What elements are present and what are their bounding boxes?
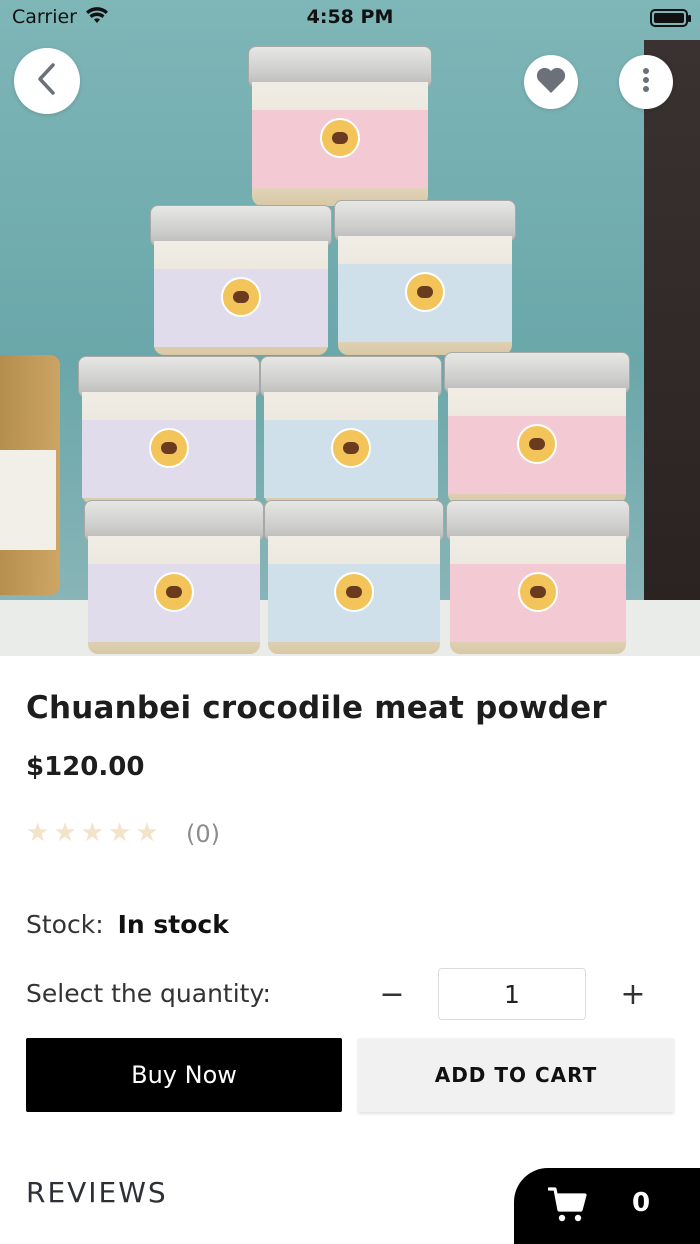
jar-image [260,356,442,504]
star-icon: ★ [80,818,104,848]
jar-image [248,46,432,206]
quantity-label: Select the quantity: [26,979,271,1008]
product-price: $120.00 [26,752,145,782]
battery-icon [650,9,691,27]
product-image [0,0,700,656]
jar-image [444,352,630,504]
more-vertical-icon [642,67,650,97]
star-icon: ★ [135,818,159,848]
star-icon: ★ [107,818,132,848]
heart-icon [535,66,567,98]
quantity-field[interactable]: 1 [438,968,586,1020]
add-to-cart-button[interactable]: ADD TO CART [358,1038,674,1112]
product-title: Chuanbei crocodile meat powder [26,690,607,726]
jar-image [264,500,444,654]
jar-image [334,200,516,355]
stock-value: In stock [117,910,229,939]
back-button[interactable] [14,48,80,114]
cart-button[interactable]: 0 [514,1168,700,1244]
quantity-increase-button[interactable]: + [613,972,653,1016]
stock-row: Stock: In stock [26,910,229,939]
status-bar: Carrier 4:58 PM [0,0,700,36]
reviews-heading: REVIEWS [26,1176,168,1209]
quantity-decrease-button[interactable]: − [372,972,412,1016]
background-wall [644,40,700,600]
stock-label: Stock: [26,910,104,939]
favorite-button[interactable] [524,55,578,109]
cart-count: 0 [632,1188,651,1218]
rating-stars: ★ ★ ★ ★ ★ [26,820,159,846]
star-icon: ★ [26,818,50,848]
shopping-cart-icon [547,1186,588,1228]
jar-image [84,500,264,654]
jar-image [78,356,260,504]
jar-image [446,500,630,654]
jar-image [150,205,332,355]
more-options-button[interactable] [619,55,673,109]
buy-now-button[interactable]: Buy Now [26,1038,342,1112]
review-count: (0) [186,820,220,848]
star-icon: ★ [53,818,77,848]
chevron-left-icon [34,62,60,100]
side-jar-label [0,450,56,550]
status-time: 4:58 PM [306,6,394,28]
